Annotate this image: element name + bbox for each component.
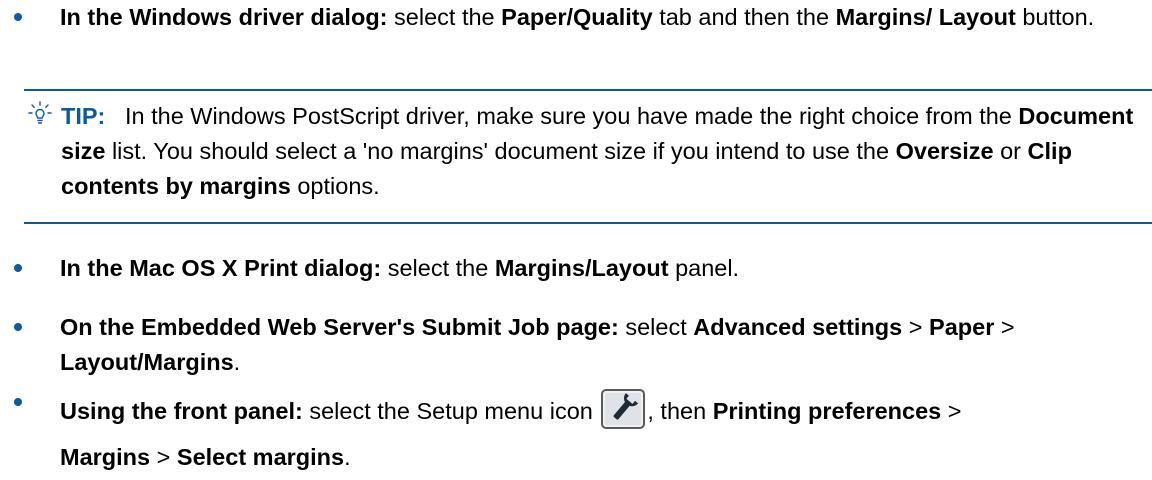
text-run: list. You should select a 'no margins' d… — [111, 138, 890, 164]
bold-term: Margins — [60, 444, 151, 470]
bullet-dot — [14, 13, 22, 21]
bullet-dot — [14, 264, 22, 272]
text-run: . — [233, 349, 241, 375]
bold-term: Advanced settings — [693, 314, 903, 340]
path-separator: > — [947, 398, 962, 424]
bullet-label: Using the front panel: — [60, 398, 303, 424]
bullet-label: On the Embedded Web Server's Submit Job … — [60, 314, 619, 340]
text-run: select — [625, 314, 687, 340]
lightbulb-icon — [28, 101, 52, 124]
setup-wrench-icon — [601, 388, 646, 429]
text-run: options. — [297, 173, 380, 199]
bold-term: Margins/ Layout — [835, 4, 1016, 30]
bold-term: Oversize — [895, 138, 994, 164]
bullet-text: In the Mac OS X Print dialog: select the… — [60, 251, 1145, 286]
bold-term: Paper/Quality — [501, 4, 653, 30]
text-run: . — [344, 444, 351, 470]
bullet-text: Using the front panel: select the Setup … — [60, 388, 1145, 480]
text-run: In the Windows PostScript driver, make s… — [124, 103, 1012, 129]
bold-term: Margins/Layout — [494, 255, 669, 281]
bullet-text: In the Windows driver dialog: select the… — [60, 0, 1145, 35]
path-separator: > — [1000, 314, 1015, 340]
tip-label: TIP: — [61, 103, 106, 129]
bold-term: Printing preferences — [712, 398, 942, 424]
text-run: select the — [387, 255, 489, 281]
path-separator: > — [156, 444, 171, 470]
text-run: tab and then the — [659, 4, 830, 30]
text-run: or — [1000, 138, 1022, 164]
text-run: , then — [647, 398, 707, 424]
bullet-dot — [14, 323, 22, 331]
bullet-label: In the Mac OS X Print dialog: — [60, 255, 382, 281]
tip-box: TIP: In the Windows PostScript driver, m… — [24, 89, 1152, 224]
text-run: select the Setup menu icon — [309, 398, 593, 424]
bold-term: Layout/Margins — [60, 349, 234, 375]
path-separator: > — [908, 314, 923, 340]
bullet-text: On the Embedded Web Server's Submit Job … — [60, 310, 1145, 380]
bold-term: Paper — [929, 314, 995, 340]
bold-term: Select margins — [176, 444, 345, 470]
text-run: select the — [394, 4, 495, 30]
text-run: button. — [1022, 4, 1095, 30]
text-run: panel. — [675, 255, 740, 281]
bullet-label: In the Windows driver dialog: — [60, 4, 388, 30]
bullet-dot — [14, 398, 22, 406]
tip-text: TIP: In the Windows PostScript driver, m… — [61, 99, 1146, 204]
